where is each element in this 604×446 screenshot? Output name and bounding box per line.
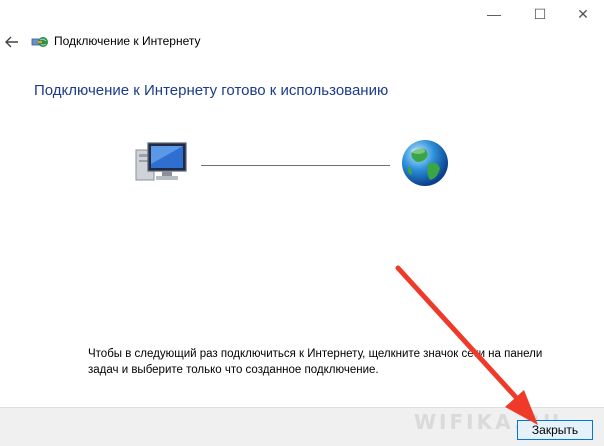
network-connection-icon: [31, 37, 48, 47]
hint-text: Чтобы в следующий раз подключиться к Инт…: [88, 348, 543, 376]
close-button[interactable]: Закрыть: [517, 420, 593, 440]
connection-line: [201, 165, 390, 166]
close-window-button[interactable]: ✕: [561, 0, 604, 28]
page-heading: Подключение к Интернету готово к использ…: [34, 82, 389, 99]
navigation-row: Подключение к Интернету: [0, 30, 604, 56]
globe-icon: [402, 140, 448, 186]
back-arrow-icon[interactable]: [3, 33, 21, 51]
computer-icon: [135, 142, 187, 181]
window-title: Подключение к Интернету: [54, 34, 201, 48]
maximize-button[interactable]: ☐: [518, 0, 562, 28]
footer-bar: WIFIKA.RU Закрыть: [0, 407, 604, 446]
minimize-button[interactable]: —: [472, 0, 516, 28]
title-bar: — ☐ ✕: [0, 0, 604, 30]
red-arrow-annotation: [395, 265, 538, 425]
